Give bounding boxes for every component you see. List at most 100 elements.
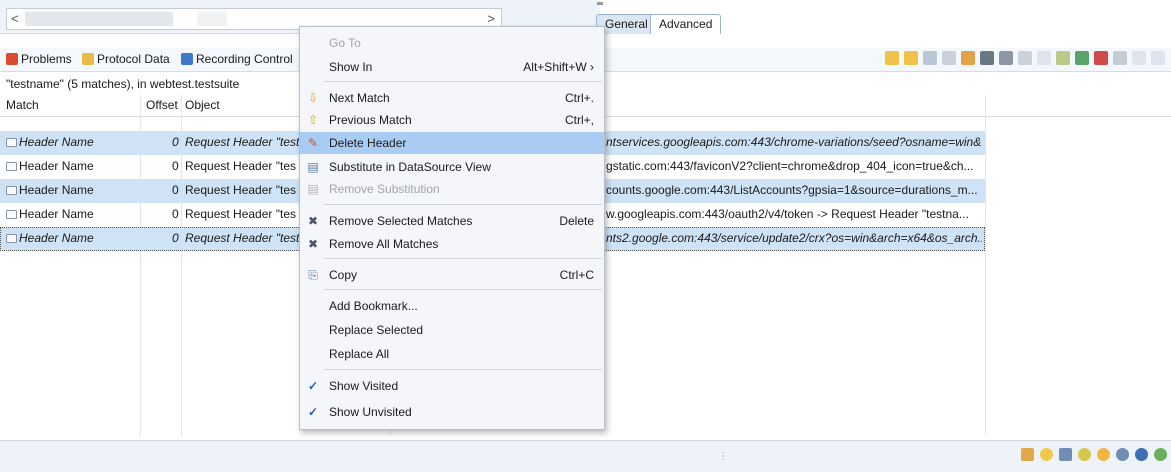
submenu-arrow-icon: › (590, 60, 594, 74)
detail-cell: nts2.google.com:443/service/update2/crx?… (606, 231, 982, 245)
expand-icon[interactable] (1018, 51, 1032, 65)
tab-advanced[interactable]: Advanced (650, 14, 722, 34)
match-text: Header Name (19, 159, 94, 173)
menu-item-remove-all[interactable]: ✖ Remove All Matches (300, 233, 604, 255)
history-icon[interactable] (1094, 51, 1108, 65)
menu-item-label: Delete Header (329, 136, 407, 150)
match-cell: Header Name (6, 135, 94, 149)
menu-item-show-in[interactable]: Show In Alt+Shift+W › (300, 56, 604, 78)
match-cell: Header Name (6, 207, 94, 221)
status-icons (1021, 448, 1167, 461)
offset-cell: 0 (172, 159, 179, 173)
menu-item-shortcut: Ctrl+, (564, 113, 594, 127)
copy-icon: ⎘ (308, 268, 318, 282)
menu-item-add-bookmark[interactable]: Add Bookmark... (300, 295, 604, 317)
minimize-icon[interactable] (1132, 51, 1146, 65)
context-menu: Go To Show In Alt+Shift+W › ⇩ Next Match… (299, 26, 605, 430)
remove-selected-icon: ✖ (307, 214, 319, 228)
network-icon[interactable] (1021, 448, 1034, 461)
match-cell: Header Name (6, 231, 94, 245)
menu-item-replace-selected[interactable]: Replace Selected (300, 319, 604, 341)
object-cell: Request Header "tes (185, 159, 296, 173)
previous-match-icon[interactable] (904, 51, 918, 65)
column-divider[interactable] (985, 95, 986, 435)
remove-all-icon[interactable] (999, 51, 1013, 65)
menu-item-remove-selected[interactable]: ✖ Remove Selected Matches Delete (300, 210, 604, 232)
column-header-match[interactable]: Match (6, 98, 39, 112)
menu-item-show-visited[interactable]: ✓ Show Visited (300, 375, 604, 397)
menu-item-shortcut: Ctrl+C (559, 268, 594, 282)
arrow-down-icon: ⇩ (307, 91, 319, 105)
maximize-icon[interactable] (1151, 51, 1165, 65)
offset-cell: 0 (172, 231, 179, 245)
remove-substitution-icon: ▤ (307, 182, 319, 196)
tab-recording-control[interactable]: Recording Control (181, 52, 293, 66)
offset-cell: 0 (172, 207, 179, 221)
match-cell: Header Name (6, 159, 94, 173)
datasource-icon: ▤ (307, 160, 319, 174)
scroll-right-icon[interactable]: > (487, 11, 495, 26)
menu-item-label: Remove All Matches (329, 237, 439, 251)
globe-icon[interactable] (1135, 448, 1148, 461)
scroll-track-segment (197, 12, 227, 26)
menu-item-label: Remove Substitution (329, 182, 440, 196)
sync-icon[interactable] (1154, 448, 1167, 461)
copy-icon[interactable] (923, 51, 937, 65)
detail-cell: ntservices.googleapis.com:443/chrome-var… (606, 135, 982, 149)
sash-mark (597, 2, 603, 5)
object-cell: Request Header "tes (185, 183, 296, 197)
clock-icon[interactable] (1116, 448, 1129, 461)
match-text: Header Name (19, 135, 94, 149)
menu-item-label: Replace Selected (329, 323, 424, 337)
remove-selected-icon[interactable] (980, 51, 994, 65)
menu-item-substitute[interactable]: ▤ Substitute in DataSource View (300, 156, 604, 178)
menu-item-remove-substitution[interactable]: ▤ Remove Substitution (300, 178, 604, 200)
column-header-offset[interactable]: Offset (146, 98, 178, 112)
collapse-icon[interactable] (1037, 51, 1051, 65)
status-separator: ⋮ (718, 451, 728, 462)
plugin-icon[interactable] (1078, 448, 1091, 461)
menu-separator (324, 289, 602, 290)
menu-separator (324, 369, 602, 370)
view-menu-icon[interactable] (1113, 51, 1127, 65)
tab-problems[interactable]: Problems (6, 52, 72, 66)
menu-item-label: Show In (329, 60, 373, 74)
delete-header-icon[interactable] (961, 51, 975, 65)
star-icon[interactable] (1097, 448, 1110, 461)
match-text: Header Name (19, 207, 94, 221)
scroll-left-icon[interactable]: < (11, 11, 19, 26)
next-match-icon[interactable] (885, 51, 899, 65)
menu-item-replace-all[interactable]: Replace All (300, 343, 604, 365)
tab-general[interactable]: General (596, 14, 657, 34)
column-header-object[interactable]: Object (185, 98, 220, 112)
menu-item-show-unvisited[interactable]: ✓ Show Unvisited (300, 401, 604, 423)
menu-separator (324, 204, 602, 205)
header-match-icon (6, 138, 17, 147)
menu-item-label: Previous Match (329, 113, 412, 127)
object-cell: Request Header "testn (185, 231, 300, 245)
scroll-thumb[interactable] (25, 12, 173, 26)
tab-protocol-data[interactable]: Protocol Data (82, 52, 170, 66)
menu-item-label: Substitute in DataSource View (329, 160, 491, 174)
image-icon[interactable] (1059, 448, 1072, 461)
recording-control-icon (181, 53, 193, 65)
menu-item-next-match[interactable]: ⇩ Next Match Ctrl+. (300, 87, 604, 109)
pin-icon[interactable] (1075, 51, 1089, 65)
header-match-icon (6, 162, 17, 171)
status-bar: ⋮ (0, 440, 1171, 472)
menu-item-delete-header[interactable]: ✎ Delete Header (300, 132, 604, 154)
substitute-icon[interactable] (942, 51, 956, 65)
tip-icon[interactable] (1040, 448, 1053, 461)
menu-item-shortcut: Delete (559, 214, 594, 228)
match-text: Header Name (19, 231, 94, 245)
menu-item-go-to[interactable]: Go To (300, 32, 604, 54)
menu-item-previous-match[interactable]: ⇧ Previous Match Ctrl+, (300, 109, 604, 131)
arrow-up-icon: ⇧ (307, 113, 319, 127)
menu-item-label: Add Bookmark... (329, 299, 418, 313)
menu-item-label: Show Unvisited (329, 405, 412, 419)
check-icon: ✓ (307, 405, 319, 419)
filter-icon[interactable] (1056, 51, 1070, 65)
menu-item-label: Show Visited (329, 379, 399, 393)
menu-item-label: Remove Selected Matches (329, 214, 473, 228)
menu-item-copy[interactable]: ⎘ Copy Ctrl+C (300, 264, 604, 286)
